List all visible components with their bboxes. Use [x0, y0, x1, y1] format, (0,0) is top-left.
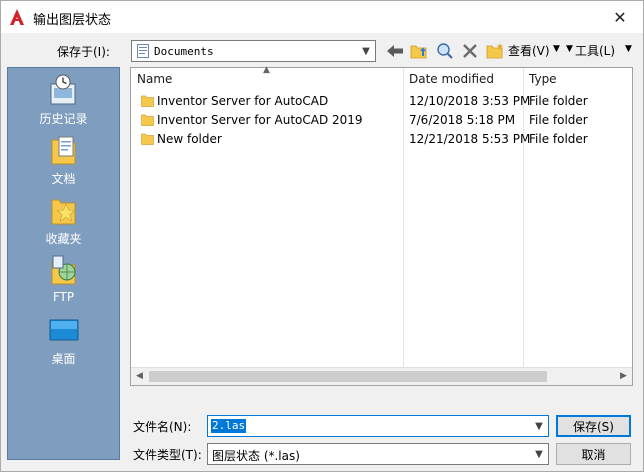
place-label: FTP: [52, 290, 75, 304]
file-date: 12/21/2018 5:53 PM: [409, 132, 531, 146]
place-history[interactable]: 历史记录: [8, 74, 119, 132]
table-row[interactable]: New folder 12/21/2018 5:53 PM File folde…: [131, 130, 631, 149]
scroll-right-icon[interactable]: ▶: [620, 371, 627, 381]
place-label: 文档: [51, 172, 76, 186]
window-title: 输出图层状态: [33, 13, 112, 28]
look-in-value: Documents: [154, 44, 214, 58]
place-favorites[interactable]: 收藏夹: [8, 194, 119, 252]
delete-x-icon: [463, 44, 477, 58]
back-arrow-icon: [387, 45, 403, 57]
search-web-button[interactable]: [435, 41, 455, 61]
place-label: 历史记录: [39, 112, 88, 126]
file-type: File folder: [529, 94, 588, 108]
ftp-icon: [51, 255, 75, 285]
table-row[interactable]: Inventor Server for AutoCAD 12/10/2018 3…: [131, 92, 631, 111]
views-menu[interactable]: 查看(V): [508, 42, 550, 59]
documents-folder-icon: [137, 44, 149, 58]
column-header-name[interactable]: Name: [131, 68, 403, 90]
look-in-label: 保存于(I):: [57, 45, 110, 59]
filetype-dropdown[interactable]: 图层状态 (*.las) ▼: [207, 443, 549, 465]
title-bar[interactable]: 输出图层状态 ✕: [1, 1, 643, 33]
look-in-dropdown[interactable]: Documents ▼: [131, 40, 376, 62]
documents-icon: [51, 136, 75, 165]
file-date: 12/10/2018 3:53 PM: [409, 94, 531, 108]
file-list[interactable]: ▲ Name Date modified Type Inventor Serve…: [130, 65, 633, 386]
desktop-icon: [49, 319, 78, 341]
scrollbar-thumb[interactable]: [149, 371, 547, 382]
folder-icon: [141, 114, 154, 126]
place-label: 收藏夹: [45, 232, 82, 246]
file-date: 7/6/2018 5:18 PM: [409, 113, 516, 127]
close-button[interactable]: ✕: [597, 1, 643, 33]
file-type: File folder: [529, 132, 588, 146]
file-name: New folder: [157, 132, 222, 146]
file-name: Inventor Server for AutoCAD: [157, 94, 329, 108]
chevron-down-icon[interactable]: ▼: [530, 444, 548, 464]
filetype-label: 文件类型(T):: [133, 448, 202, 462]
new-folder-button[interactable]: [485, 41, 505, 61]
scroll-left-icon[interactable]: ◀: [136, 371, 143, 381]
chevron-down-icon[interactable]: ▼: [530, 416, 548, 436]
favorites-icon: [51, 199, 76, 225]
views-dropdown-icon[interactable]: ▼: [553, 44, 560, 54]
autocad-logo-icon: [10, 9, 24, 25]
up-folder-icon: [410, 45, 427, 59]
filetype-value: 图层状态 (*.las): [212, 449, 300, 463]
new-folder-icon: [486, 43, 504, 59]
place-ftp[interactable]: FTP: [8, 254, 119, 312]
place-documents[interactable]: 文档: [8, 134, 119, 192]
filename-input[interactable]: 2.las ▼: [207, 415, 549, 437]
history-icon: [50, 74, 75, 105]
chevron-down-icon[interactable]: ▼: [357, 41, 375, 61]
file-type: File folder: [529, 113, 588, 127]
horizontal-scrollbar[interactable]: ◀ ▶: [131, 367, 632, 385]
column-header-type[interactable]: Type: [523, 68, 631, 90]
place-label: 桌面: [51, 352, 76, 366]
search-globe-icon: [437, 43, 453, 59]
folder-icon: [141, 95, 154, 107]
tools-menu[interactable]: 工具(L): [575, 42, 615, 59]
save-button[interactable]: 保存(S): [556, 415, 631, 437]
filename-label: 文件名(N):: [133, 420, 192, 434]
place-desktop[interactable]: 桌面: [8, 314, 119, 372]
tools-chevron-down-icon[interactable]: ▼: [625, 44, 632, 54]
up-folder-button[interactable]: [409, 41, 429, 61]
delete-button[interactable]: [460, 41, 480, 61]
places-bar: 历史记录 文档 收藏夹 FTP 桌面: [7, 67, 120, 460]
back-button[interactable]: [385, 41, 405, 61]
column-header-date[interactable]: Date modified: [403, 68, 523, 90]
folder-icon: [141, 133, 154, 145]
table-row[interactable]: Inventor Server for AutoCAD 2019 7/6/201…: [131, 111, 631, 130]
cancel-button[interactable]: 取消: [556, 443, 631, 465]
file-name: Inventor Server for AutoCAD 2019: [157, 113, 363, 127]
tools-dropdown-icon[interactable]: ▼: [566, 44, 573, 54]
close-icon: ✕: [613, 7, 627, 27]
save-dialog: 输出图层状态 ✕ 保存于(I): Documents ▼ 查看(V) ▼ ▼ 工…: [0, 0, 644, 472]
filename-value: 2.las: [211, 419, 247, 433]
